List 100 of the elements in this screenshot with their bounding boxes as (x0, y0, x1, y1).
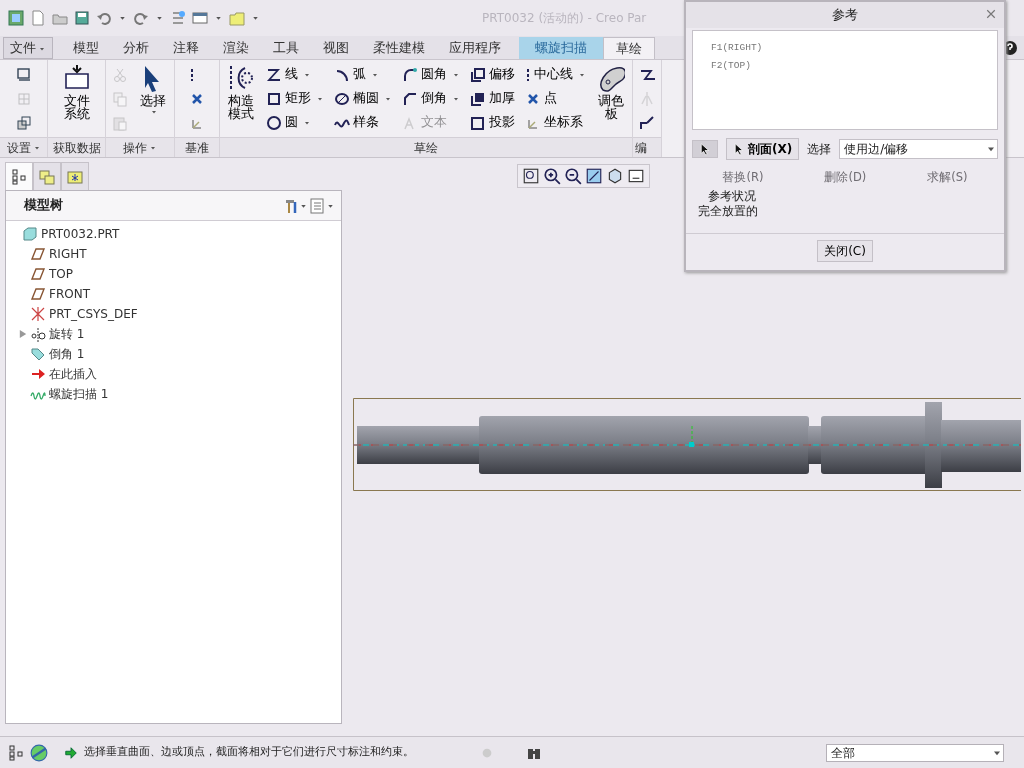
repaint-icon[interactable] (585, 167, 603, 185)
group-label[interactable]: 设置 (0, 137, 47, 157)
ribbon-button[interactable]: 文件系统 (59, 62, 94, 136)
copy-icon (112, 90, 128, 107)
trim-icon (639, 114, 655, 131)
ribbon-tab[interactable]: 分析 (111, 37, 161, 59)
revolve-icon (30, 326, 46, 342)
undo-icon[interactable] (96, 10, 112, 26)
status-label: 参考状况 (707, 189, 757, 205)
ribbon-button[interactable]: 线 (264, 63, 326, 86)
ribbon-button[interactable]: 圆角 (400, 63, 462, 86)
ribbon-button[interactable]: 加厚 (468, 87, 517, 111)
ribbon-button[interactable]: 中心线 (523, 63, 588, 86)
ribbon-button[interactable]: 样条 (332, 111, 394, 135)
folder-browser-icon (39, 168, 55, 185)
reference-item[interactable]: F2(TOP) (711, 57, 979, 75)
plane-icon (30, 266, 46, 282)
pointer-button[interactable] (692, 140, 718, 158)
redo-icon[interactable] (133, 10, 149, 26)
group-label[interactable]: 操作 (106, 137, 174, 157)
reference-item[interactable]: F1(RIGHT) (711, 39, 979, 57)
section-button[interactable]: 剖面(X) (726, 138, 800, 160)
ribbon-tab[interactable]: 渲染 (211, 37, 261, 59)
ribbon-tab[interactable]: 柔性建模 (361, 37, 437, 59)
project-icon (470, 114, 486, 131)
part-icon (22, 226, 38, 242)
cube-icon[interactable] (606, 167, 624, 185)
group-label[interactable]: 草绘 (220, 137, 632, 157)
ribbon-button[interactable]: 构造模式 (224, 62, 258, 136)
navigator-tab[interactable] (5, 162, 33, 190)
dialog-title: 参考 (832, 5, 858, 24)
cursor-icon (699, 142, 711, 156)
paste-icon (112, 114, 128, 131)
ribbon-tab[interactable]: 螺旋扫描 (519, 37, 603, 59)
ribbon-tab[interactable]: 模型 (61, 37, 111, 59)
arrow-icon (64, 745, 78, 760)
file-menu[interactable]: 文件 (3, 37, 53, 59)
tree-item[interactable]: 倒角 1 (49, 345, 85, 363)
navigator-tab[interactable] (61, 162, 89, 190)
fillet-icon (402, 66, 418, 83)
mirror-icon (639, 90, 655, 107)
sketch-setup-icon (15, 66, 32, 83)
tree-item[interactable]: FRONT (49, 285, 90, 303)
chamfer-icon (402, 90, 418, 107)
tree-item[interactable]: PRT_CSYS_DEF (49, 305, 138, 323)
ribbon-button[interactable]: 偏移 (468, 63, 517, 86)
ribbon-button[interactable]: 点 (523, 87, 588, 111)
tree-item[interactable]: TOP (49, 265, 73, 283)
cursor-icon (733, 142, 745, 156)
close-button[interactable]: 关闭(C) (817, 240, 873, 262)
ribbon-button[interactable]: 矩形 (264, 87, 326, 111)
save-icon[interactable] (74, 10, 90, 26)
centerline-icon (189, 66, 195, 83)
ribbon-tab[interactable]: 视图 (311, 37, 361, 59)
circle-icon (266, 114, 282, 131)
arrow-icon (30, 366, 46, 382)
tree-item[interactable]: 旋转 1 (49, 325, 85, 343)
coordinate-system-icon (30, 306, 46, 322)
expand-arrow-icon[interactable] (19, 329, 27, 339)
group-label[interactable]: 编 (633, 137, 661, 157)
ribbon-button[interactable]: 坐标系 (523, 111, 588, 135)
ribbon-tab[interactable]: 工具 (261, 37, 311, 59)
filter-dropdown[interactable]: 全部 (826, 743, 1004, 762)
ribbon-tab[interactable]: 应用程序 (437, 37, 513, 59)
zoom-fit-icon[interactable] (522, 167, 540, 185)
tree-item[interactable]: 螺旋扫描 1 (49, 385, 109, 403)
group-label[interactable]: 基准 (175, 137, 219, 157)
tree-item[interactable]: 在此插入 (49, 365, 97, 383)
ribbon-button[interactable]: 椭圆 (332, 87, 394, 111)
select-dropdown[interactable]: 使用边/偏移 (839, 139, 998, 159)
status-message: 选择垂直曲面、边或顶点，截面将相对于它们进行尺寸标注和约束。 (84, 744, 414, 761)
ribbon-tab[interactable]: 注释 (161, 37, 211, 59)
zoom-in-icon[interactable] (543, 167, 561, 185)
model-tree-icon (11, 168, 27, 185)
ribbon-tab[interactable]: 草绘 (603, 37, 655, 59)
centerline-icon (525, 66, 531, 83)
ribbon-button[interactable]: 弧 (332, 63, 394, 86)
ribbon-button[interactable]: 投影 (468, 111, 517, 135)
offset-icon (470, 66, 486, 83)
favorites-icon (67, 168, 83, 185)
globe-icon[interactable] (30, 743, 48, 762)
tree-item[interactable]: PRT0032.PRT (41, 225, 120, 243)
model-tree-icon[interactable] (8, 744, 24, 761)
ribbon-button[interactable]: 选择 (136, 62, 170, 136)
ribbon-button[interactable]: 调色板 (594, 62, 628, 136)
select-label: 选择 (807, 141, 832, 158)
tree-item[interactable]: RIGHT (49, 245, 87, 263)
ellipse-icon (334, 90, 350, 107)
references-icon (15, 114, 32, 131)
rectangle-icon (266, 90, 282, 107)
windows-icon[interactable] (192, 10, 208, 26)
plane-icon (30, 286, 46, 302)
ribbon-button[interactable]: 倒角 (400, 87, 462, 111)
group-label[interactable]: 获取数据 (48, 137, 105, 157)
ribbon-button[interactable]: 圆 (264, 111, 326, 135)
display-style-icon[interactable] (627, 167, 645, 185)
settings-icon[interactable] (283, 197, 299, 214)
scissors-icon (112, 66, 128, 83)
panel-title: 模型树 (24, 196, 63, 215)
zoom-out-icon[interactable] (564, 167, 582, 185)
